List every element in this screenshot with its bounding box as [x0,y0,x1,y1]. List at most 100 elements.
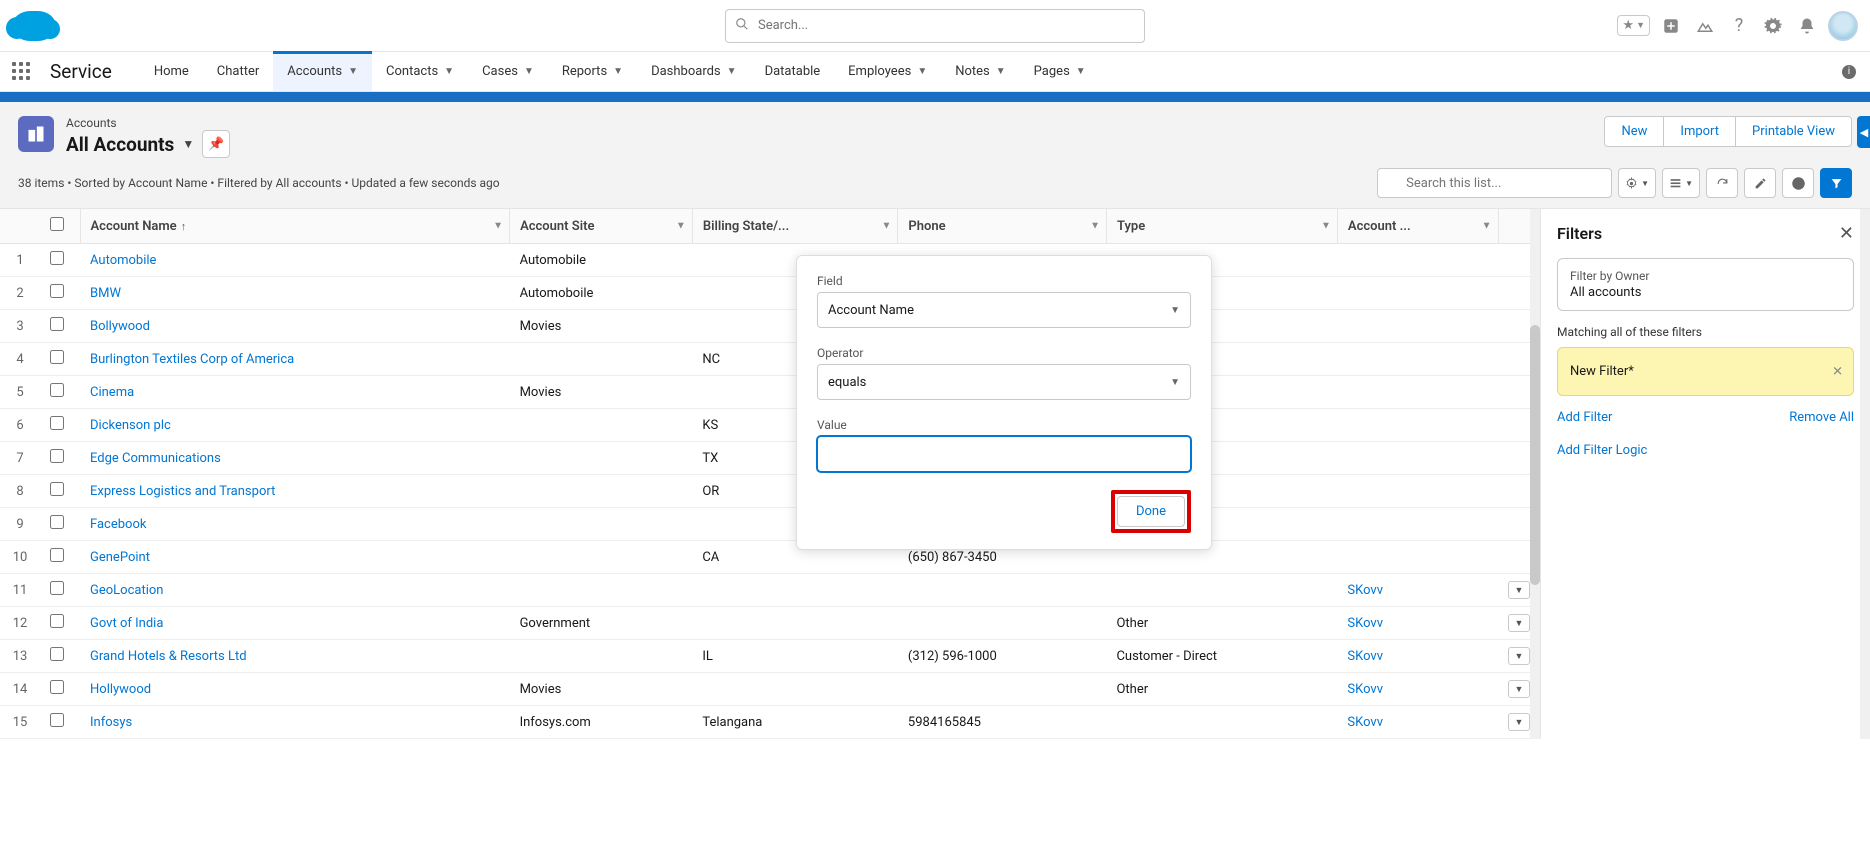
nav-dashboards[interactable]: Dashboards▼ [637,52,751,91]
chevron-down-icon[interactable]: ▼ [1482,221,1492,232]
row-checkbox[interactable] [50,614,64,628]
remove-filter-icon[interactable]: ✕ [1832,364,1843,379]
row-checkbox[interactable] [50,449,64,463]
nav-contacts[interactable]: Contacts▼ [372,52,468,91]
row-checkbox[interactable] [50,515,64,529]
row-checkbox[interactable] [50,647,64,661]
chart-button[interactable] [1782,168,1814,198]
col-header[interactable]: Type▼ [1106,209,1337,244]
account-name-link[interactable]: Infosys [90,715,132,730]
owner-link[interactable]: SKovv [1347,616,1383,631]
account-name-link[interactable]: Express Logistics and Transport [90,484,275,499]
owner-link[interactable]: SKovv [1347,583,1383,598]
row-checkbox[interactable] [50,713,64,727]
col-header[interactable]: Billing State/...▼ [692,209,898,244]
nav-reports[interactable]: Reports▼ [548,52,637,91]
select-all-checkbox[interactable] [50,217,64,231]
close-filters-icon[interactable]: ✕ [1839,223,1854,244]
account-name-link[interactable]: GeoLocation [90,583,163,598]
setup-gear-icon[interactable] [1760,13,1786,39]
chevron-down-icon[interactable]: ▼ [493,221,503,232]
row-actions-button[interactable]: ▼ [1508,581,1530,599]
account-name-link[interactable]: Govt of India [90,616,163,631]
operator-select[interactable]: equals▼ [817,364,1191,400]
app-launcher-icon[interactable] [12,62,32,82]
filter-value-input[interactable] [817,436,1191,472]
nav-notes[interactable]: Notes▼ [941,52,1019,91]
user-avatar[interactable] [1828,11,1858,41]
expand-sidebar-button[interactable]: ◀ [1857,116,1870,148]
row-actions-button[interactable]: ▼ [1508,713,1530,731]
nav-chatter[interactable]: Chatter [203,52,274,91]
row-checkbox[interactable] [50,251,64,265]
nav-datatable[interactable]: Datatable [751,52,835,91]
row-checkbox[interactable] [50,581,64,595]
notifications-bell-icon[interactable] [1794,13,1820,39]
chevron-down-icon[interactable]: ▼ [676,221,686,232]
account-name-link[interactable]: Burlington Textiles Corp of America [90,352,294,367]
new-filter-pill[interactable]: New Filter* ✕ [1557,347,1854,396]
nav-home[interactable]: Home [140,52,203,91]
new-button[interactable]: New [1605,117,1663,146]
row-checkbox[interactable] [50,416,64,430]
nav-pages[interactable]: Pages▼ [1020,52,1100,91]
field-select[interactable]: Account Name▼ [817,292,1191,328]
col-header[interactable]: Phone▼ [898,209,1107,244]
account-name-link[interactable]: BMW [90,286,121,301]
row-checkbox[interactable] [50,383,64,397]
salesforce-logo[interactable] [12,11,56,41]
add-icon[interactable] [1658,13,1684,39]
col-header[interactable]: Account Site▼ [510,209,693,244]
row-checkbox[interactable] [50,350,64,364]
owner-link[interactable]: SKovv [1347,682,1383,697]
row-checkbox[interactable] [50,548,64,562]
trailhead-icon[interactable] [1692,13,1718,39]
pin-list-button[interactable]: 📌 [202,130,230,158]
list-view-name[interactable]: All Accounts [66,133,174,156]
row-checkbox[interactable] [50,482,64,496]
col-header[interactable]: Account Name↑▼ [80,209,510,244]
nav-employees[interactable]: Employees▼ [834,52,941,91]
edit-list-button[interactable] [1744,168,1776,198]
account-name-link[interactable]: GenePoint [90,550,150,565]
row-checkbox[interactable] [50,317,64,331]
display-as-button[interactable]: ▼ [1662,168,1700,198]
global-search-input[interactable] [725,9,1145,43]
info-icon[interactable]: i [1842,65,1856,79]
row-actions-button[interactable]: ▼ [1508,647,1530,665]
account-name-link[interactable]: Cinema [90,385,134,400]
filter-button[interactable] [1820,168,1852,198]
account-name-link[interactable]: Bollywood [90,319,150,334]
scrollbar-thumb[interactable] [1530,325,1540,585]
account-name-link[interactable]: Grand Hotels & Resorts Ltd [90,649,247,664]
account-name-link[interactable]: Edge Communications [90,451,221,466]
help-icon[interactable]: ? [1726,13,1752,39]
list-view-controls-button[interactable]: ▼ [1618,168,1656,198]
refresh-button[interactable] [1706,168,1738,198]
row-checkbox[interactable] [50,284,64,298]
account-name-link[interactable]: Facebook [90,517,146,532]
remove-all-link[interactable]: Remove All [1789,410,1854,425]
add-filter-link[interactable]: Add Filter [1557,410,1612,425]
nav-cases[interactable]: Cases▼ [468,52,548,91]
owner-link[interactable]: SKovv [1347,715,1383,730]
owner-link[interactable]: SKovv [1347,649,1383,664]
row-checkbox[interactable] [50,680,64,694]
col-header[interactable]: Account ...▼ [1337,209,1498,244]
row-actions-button[interactable]: ▼ [1508,614,1530,632]
chevron-down-icon[interactable]: ▼ [882,221,892,232]
account-name-link[interactable]: Automobile [90,253,156,268]
list-view-switcher-icon[interactable]: ▼ [182,137,194,151]
chevron-down-icon[interactable]: ▼ [1090,221,1100,232]
add-filter-logic-link[interactable]: Add Filter Logic [1557,443,1854,458]
favorites-button[interactable]: ★▼ [1617,15,1650,36]
chevron-down-icon[interactable]: ▼ [1321,221,1331,232]
account-name-link[interactable]: Hollywood [90,682,151,697]
account-name-link[interactable]: Dickenson plc [90,418,171,433]
list-search-input[interactable] [1377,168,1612,198]
done-button[interactable]: Done [1117,496,1185,527]
filter-by-owner-card[interactable]: Filter by Owner All accounts [1557,258,1854,311]
nav-accounts[interactable]: Accounts▼ [273,52,372,91]
row-actions-button[interactable]: ▼ [1508,680,1530,698]
import-button[interactable]: Import [1663,117,1735,146]
